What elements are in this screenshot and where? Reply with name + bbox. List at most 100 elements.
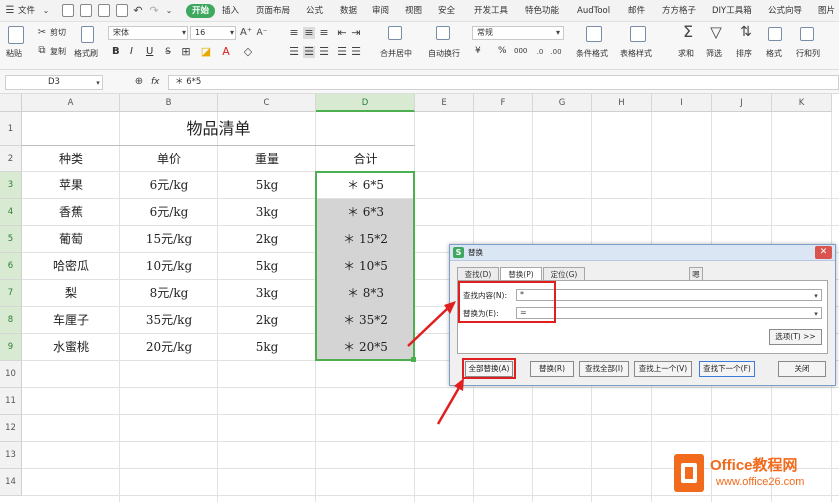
close-button[interactable]: 关闭 (778, 361, 826, 377)
wrap-text-button[interactable]: 自动换行 (428, 48, 460, 59)
table-cell[interactable]: 2kg (218, 226, 316, 253)
row-header-5[interactable]: 5 (0, 226, 22, 253)
table-cell[interactable]: 15元/kg (120, 226, 218, 253)
align-left-icon[interactable]: ☰ (288, 46, 300, 58)
thousands-button[interactable]: 000 (514, 46, 527, 57)
table-cell[interactable]: 6元/kg (120, 172, 218, 199)
row-header-11[interactable]: 11 (0, 388, 22, 415)
font-color-icon[interactable]: A (220, 46, 232, 58)
column-header-f[interactable]: F (474, 94, 533, 112)
column-header-a[interactable]: A (22, 94, 120, 112)
select-all-corner[interactable] (0, 94, 22, 112)
sum-icon[interactable]: Σ (680, 24, 696, 40)
row-header-12[interactable]: 12 (0, 415, 22, 442)
table-cell[interactable]: 10元/kg (120, 253, 218, 280)
table-header-cell[interactable]: 合计 (316, 146, 415, 172)
row-header-10[interactable]: 10 (0, 361, 22, 388)
fill-color-icon[interactable]: ◪ (200, 46, 212, 58)
row-header-6[interactable]: 6 (0, 253, 22, 280)
indent-left-icon[interactable]: ⇤ (336, 27, 348, 39)
tab-13[interactable]: 方方格子 (662, 0, 696, 22)
column-header-j[interactable]: J (712, 94, 772, 112)
strikethrough-icon[interactable]: S̶ (162, 46, 174, 58)
conditional-format-button[interactable]: 条件格式 (576, 48, 608, 59)
format-icon[interactable] (768, 27, 782, 41)
chevron-down-icon[interactable]: ⌄ (40, 5, 52, 17)
column-header-d[interactable]: D (316, 94, 415, 112)
align-middle-icon[interactable]: ≡ (303, 27, 315, 39)
clear-icon[interactable]: ◇ (242, 46, 254, 58)
font-shrink-icon[interactable]: A⁻ (256, 27, 268, 39)
increase-decimal-icon[interactable]: .0 (534, 46, 546, 58)
find-next-button[interactable]: 查找下一个(F) (699, 361, 755, 377)
bold-button[interactable]: B (112, 46, 120, 57)
table-style-icon[interactable] (630, 26, 646, 42)
table-cell[interactable]: 8元/kg (120, 280, 218, 307)
options-button[interactable]: 选项(T) >> (769, 329, 822, 345)
table-cell[interactable]: 梨 (22, 280, 120, 307)
sum-button[interactable]: 求和 (678, 48, 694, 59)
chevron-down-icon[interactable]: ▾ (178, 27, 190, 39)
format-button[interactable]: 格式 (766, 48, 782, 59)
table-cell[interactable]: 2kg (218, 307, 316, 334)
scissors-icon[interactable]: ✂ (36, 27, 48, 39)
tab-10[interactable]: 特色功能 (525, 0, 559, 22)
font-grow-icon[interactable]: A⁺ (240, 27, 252, 39)
table-cell[interactable]: 35元/kg (120, 307, 218, 334)
tab-1[interactable]: 开始 (186, 4, 216, 18)
column-header-k[interactable]: K (772, 94, 832, 112)
table-style-button[interactable]: 表格样式 (620, 48, 652, 59)
find-previous-button[interactable]: 查找上一个(V) (634, 361, 692, 377)
format-painter-icon[interactable] (81, 26, 94, 43)
italic-button[interactable]: I (130, 46, 133, 57)
underline-button[interactable]: U (146, 46, 153, 57)
table-cell[interactable]: 5kg (218, 334, 316, 361)
find-all-button[interactable]: 查找全部(I) (579, 361, 629, 377)
table-cell[interactable]: 水蜜桃 (22, 334, 120, 361)
formula-input[interactable]: ＊ 6*5 (168, 75, 839, 90)
align-center-icon[interactable]: ☰ (303, 46, 315, 58)
sort-icon[interactable]: ⇅ (738, 25, 754, 39)
table-cell[interactable]: 5kg (218, 172, 316, 199)
undo-history-icon[interactable] (80, 4, 92, 17)
chevron-down-icon[interactable]: ▾ (810, 290, 822, 302)
find-input[interactable]: * (516, 289, 822, 301)
tab-4[interactable]: 公式 (306, 0, 323, 22)
wrap-text-icon[interactable] (436, 26, 450, 40)
tab-7[interactable]: 视图 (405, 0, 422, 22)
row-header-7[interactable]: 7 (0, 280, 22, 307)
tab-6[interactable]: 审阅 (372, 0, 389, 22)
tab-9[interactable]: 开发工具 (474, 0, 508, 22)
row-header-14[interactable]: 14 (0, 469, 22, 496)
chevron-down-icon[interactable]: ▾ (810, 308, 822, 320)
tab-16[interactable]: 图片 (818, 0, 835, 22)
table-header-cell[interactable]: 重量 (218, 146, 316, 172)
table-cell[interactable]: 6元/kg (120, 199, 218, 226)
save-icon[interactable] (62, 4, 74, 17)
fx-icon[interactable]: fx (151, 77, 160, 88)
align-bottom-icon[interactable]: ≡ (318, 27, 330, 39)
chevron-down-icon[interactable]: ▾ (226, 27, 238, 39)
menu-file[interactable]: 文件 (18, 0, 35, 22)
zoom-icon[interactable]: ⊕ (133, 76, 145, 88)
redo-icon[interactable]: ↷ (148, 5, 160, 17)
justify-icon[interactable]: ☰ (336, 46, 348, 58)
table-cell[interactable]: 香蕉 (22, 199, 120, 226)
replace-input[interactable]: = (516, 307, 822, 319)
decrease-decimal-icon[interactable]: .00 (550, 46, 562, 58)
tab-12[interactable]: 邮件 (628, 0, 645, 22)
filter-icon[interactable]: ▽ (708, 25, 724, 40)
indent-right-icon[interactable]: ⇥ (350, 27, 362, 39)
column-header-c[interactable]: C (218, 94, 316, 112)
tab-2[interactable]: 插入 (222, 0, 239, 22)
rows-cols-button[interactable]: 行和列 (796, 48, 820, 59)
table-cell[interactable]: 车厘子 (22, 307, 120, 334)
print-preview-icon[interactable] (116, 4, 128, 17)
replace-button[interactable]: 替换(R) (530, 361, 574, 377)
chevron-down-icon[interactable]: ⌄ (163, 5, 175, 17)
close-icon[interactable]: ✕ (815, 246, 832, 259)
table-cell[interactable]: 葡萄 (22, 226, 120, 253)
merge-center-button[interactable]: 合并居中 (380, 48, 412, 59)
cut-button[interactable]: 剪切 (50, 27, 66, 38)
chevron-down-icon[interactable]: ▾ (552, 27, 564, 39)
